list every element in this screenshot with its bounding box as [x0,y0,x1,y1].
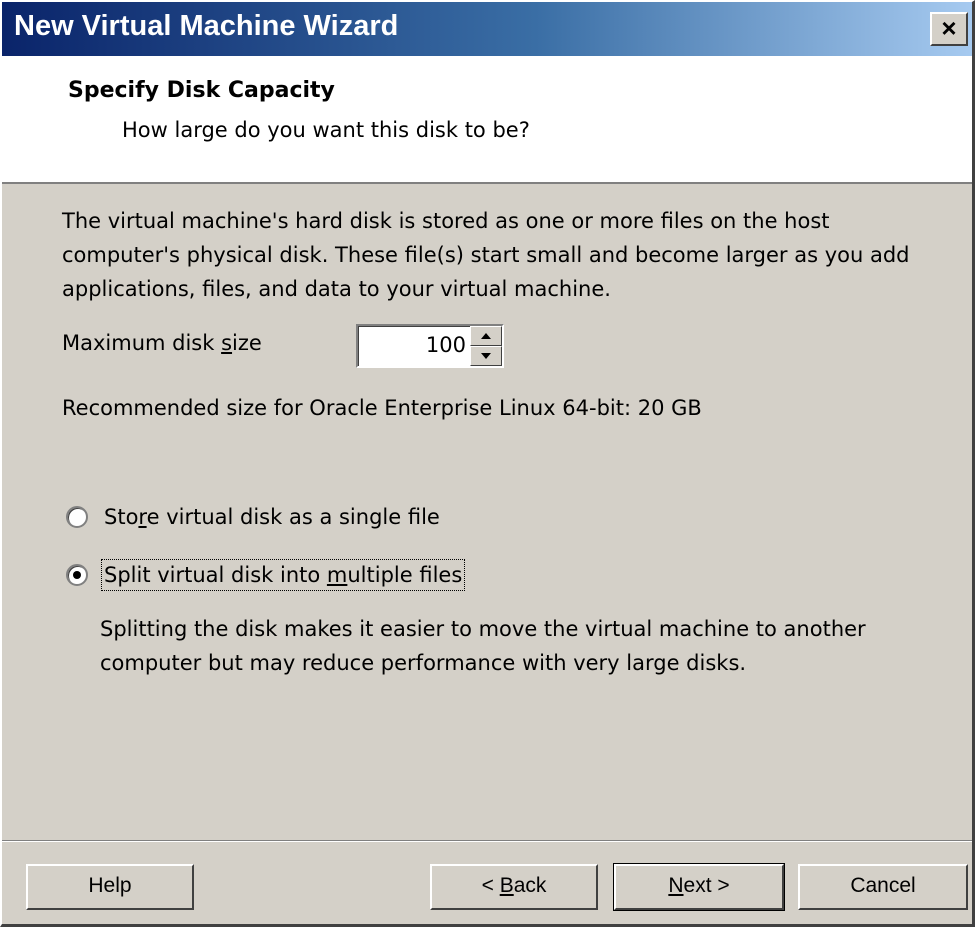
wizard-header: Specify Disk Capacity How large do you w… [2,56,972,184]
back-label-pre: < [481,874,500,897]
spinner-buttons [470,326,502,366]
title-bar: New Virtual Machine Wizard × [2,2,972,56]
disk-size-input[interactable]: 100 [426,333,466,357]
back-label-accel: B [499,874,514,897]
close-icon: × [941,13,957,43]
radio-dot [73,571,81,579]
disk-size-label-accel: s [221,331,233,355]
close-button[interactable]: × [930,12,968,46]
spin-down-button[interactable] [470,346,502,366]
radio-single-file-label[interactable]: Store virtual disk as a single file [102,502,442,532]
recommended-size: Recommended size for Oracle Enterprise L… [62,396,702,420]
single-label-pre: Sto [104,505,139,529]
single-label-accel: r [138,505,147,529]
disk-size-label: Maximum disk size [62,331,262,355]
footer-divider [2,840,972,842]
radio-unselected-icon[interactable] [66,506,88,528]
arrow-down-icon [481,353,491,359]
next-label-accel: N [668,874,684,897]
radio-selected-icon[interactable] [66,564,88,586]
help-button[interactable]: Help [26,864,194,910]
page-title: Specify Disk Capacity [68,78,335,103]
cancel-button[interactable]: Cancel [798,864,968,910]
back-label-post: ack [513,874,547,897]
disk-description: The virtual machine's hard disk is store… [62,209,910,301]
split-label-accel: m [326,563,348,587]
split-label-post: ultiple files [347,563,463,587]
next-label-post: ext > [683,874,730,897]
split-label-pre: Split virtual disk into [104,563,327,587]
wizard-window: New Virtual Machine Wizard × Specify Dis… [0,0,975,927]
spin-up-button[interactable] [470,326,502,346]
back-button[interactable]: < Back [430,864,598,910]
disk-size-label-text: Maximum disk [62,331,222,355]
arrow-up-icon [481,333,491,339]
next-button[interactable]: Next > [613,863,785,911]
radio-split-files-label[interactable]: Split virtual disk into multiple files [100,559,466,591]
single-label-post: e virtual disk as a single file [146,505,440,529]
disk-size-label-text-end: ize [232,331,262,355]
window-title: New Virtual Machine Wizard [14,10,399,42]
page-subtitle: How large do you want this disk to be? [122,118,530,142]
split-description: Splitting the disk makes it easier to mo… [100,617,866,675]
disk-size-spinner[interactable]: 100 [356,324,504,368]
